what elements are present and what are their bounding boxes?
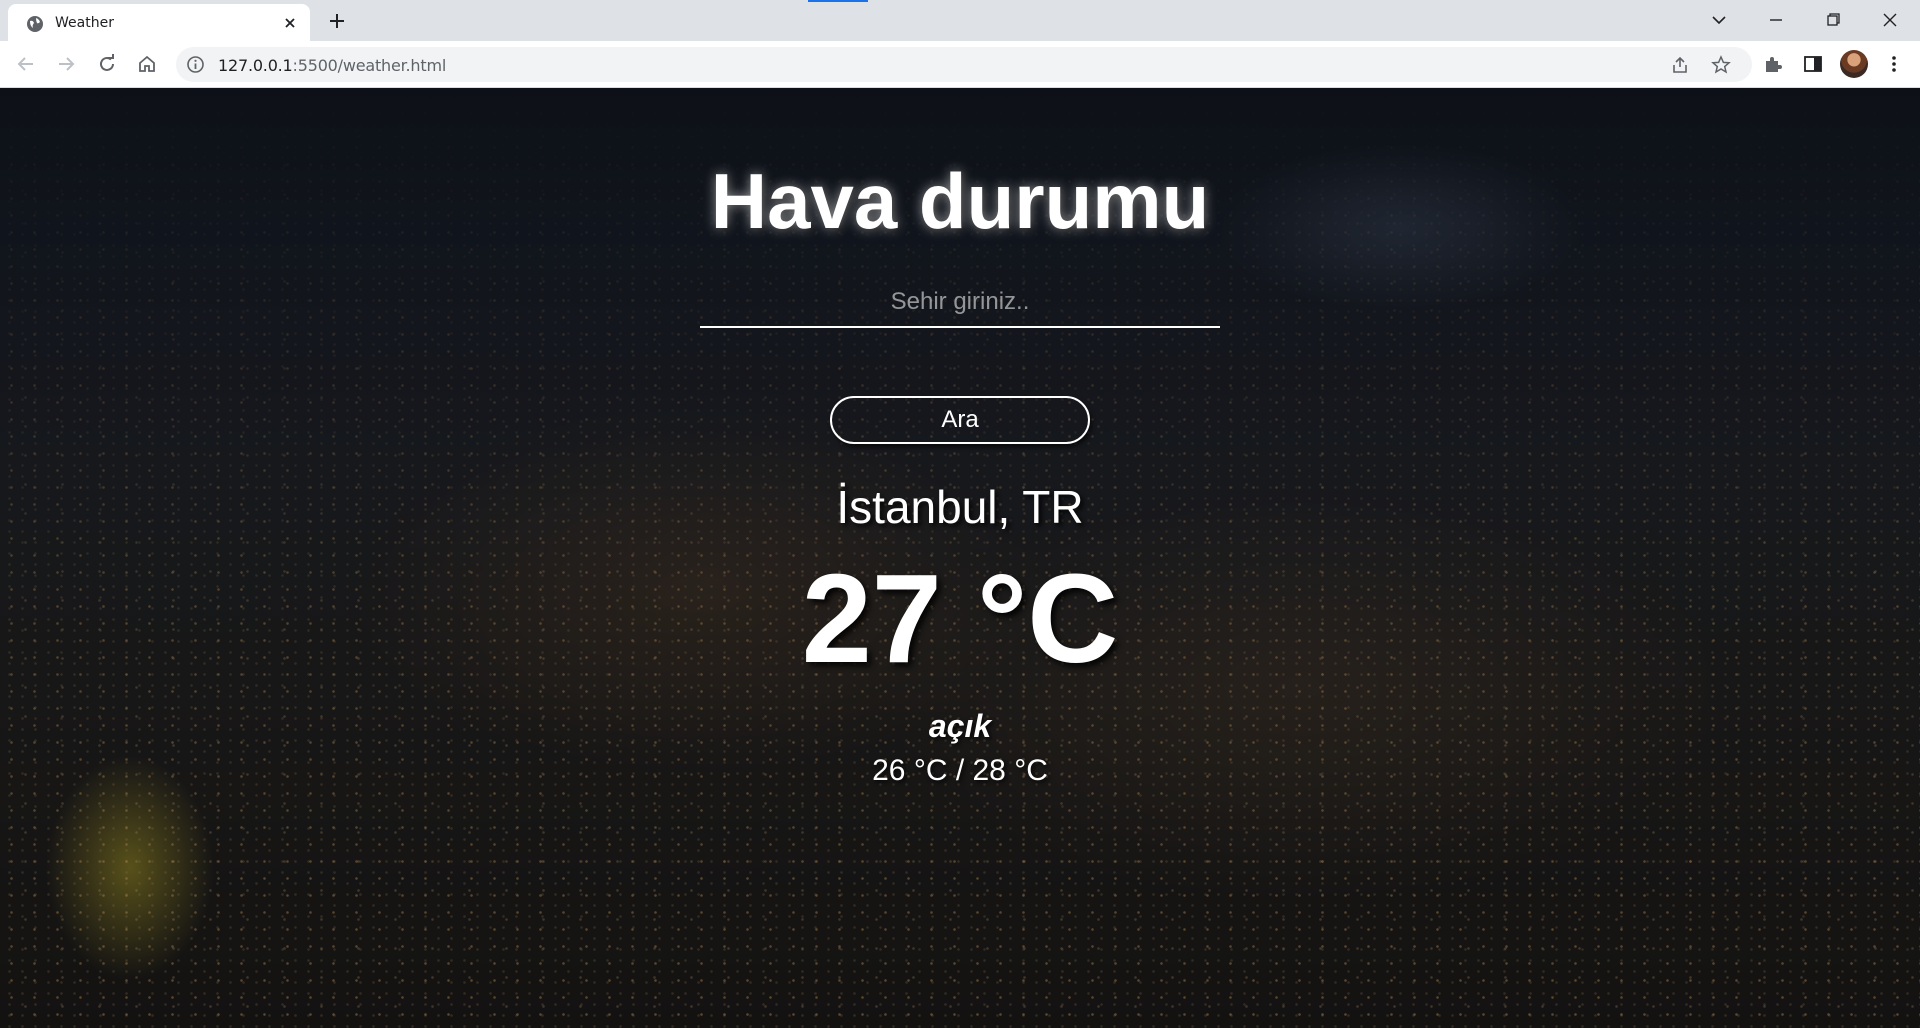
globe-icon: [27, 16, 43, 32]
plus-icon[interactable]: [326, 10, 348, 32]
page-title: Hava durumu: [710, 157, 1210, 245]
close-icon[interactable]: [282, 15, 298, 31]
city-search-input[interactable]: [700, 278, 1220, 328]
address-bar[interactable]: 127.0.0.1:5500/weather.html: [176, 47, 1752, 82]
search-button[interactable]: Ara: [830, 396, 1090, 444]
star-icon[interactable]: [1711, 55, 1731, 75]
puzzle-icon[interactable]: [1762, 53, 1784, 75]
back-arrow-icon[interactable]: [14, 52, 38, 76]
close-window-icon[interactable]: [1877, 8, 1903, 32]
side-panel-icon[interactable]: [1802, 53, 1824, 75]
url-path: :5500/weather.html: [292, 56, 447, 75]
share-icon[interactable]: [1670, 55, 1690, 75]
info-icon[interactable]: [186, 55, 205, 74]
tab-loading-indicator: [808, 0, 868, 2]
url-host: 127.0.0.1: [218, 56, 293, 75]
tab-title: Weather: [55, 15, 114, 31]
profile-avatar[interactable]: [1840, 50, 1868, 78]
reload-icon[interactable]: [95, 52, 119, 76]
current-temperature: 27 °C: [801, 548, 1119, 689]
kebab-menu-icon[interactable]: [1883, 53, 1905, 75]
min-max-temperature: 26 °C / 28 °C: [872, 754, 1048, 787]
restore-icon[interactable]: [1820, 8, 1846, 32]
browser-toolbar: 127.0.0.1:5500/weather.html: [0, 41, 1920, 88]
tab-search-icon[interactable]: [1706, 8, 1732, 32]
url-text[interactable]: 127.0.0.1:5500/weather.html: [218, 56, 446, 75]
weather-description: açık: [928, 708, 992, 744]
minimize-icon[interactable]: [1763, 8, 1789, 32]
home-icon[interactable]: [135, 52, 159, 76]
forward-arrow-icon[interactable]: [54, 52, 78, 76]
city-name: İstanbul, TR: [836, 481, 1084, 533]
tab-weather[interactable]: Weather: [8, 4, 310, 41]
tab-strip: Weather: [0, 0, 1920, 41]
page-viewport: Hava durumu Ara İstanbul, TR 27 °C açık …: [0, 88, 1920, 1028]
